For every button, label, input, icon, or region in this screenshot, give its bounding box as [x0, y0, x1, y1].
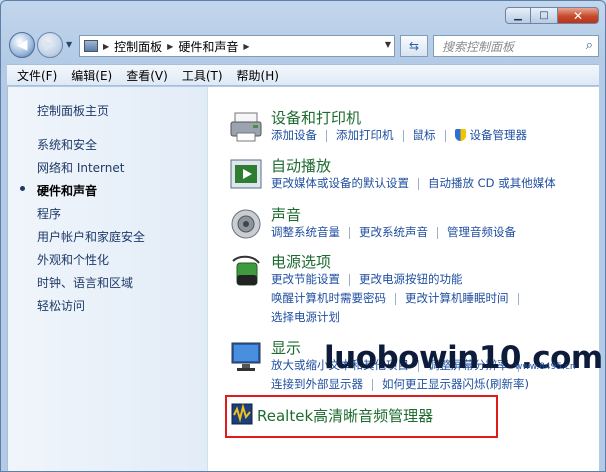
link-mouse[interactable]: 鼠标	[413, 128, 436, 142]
sidebar-item-user-accounts[interactable]: 用户帐户和家庭安全	[37, 228, 145, 245]
sidebar-item-system-security[interactable]: 系统和安全	[37, 136, 97, 153]
minimize-button[interactable]: ▁	[505, 7, 531, 24]
link-wake-password[interactable]: 唤醒计算机时需要密码	[271, 291, 386, 305]
address-bar[interactable]: ▶ 控制面板 ▶ 硬件和声音 ▶ ▼	[79, 35, 395, 57]
breadcrumb-separator-icon: ▶	[103, 41, 110, 51]
link-autoplay-cd[interactable]: 自动播放 CD 或其他媒体	[428, 176, 556, 190]
menu-view[interactable]: 查看(V)	[120, 67, 176, 84]
category-title-autoplay[interactable]: 自动播放	[271, 155, 331, 176]
menu-file[interactable]: 文件(F)	[11, 67, 65, 84]
arrow-right-icon: ▶	[44, 37, 56, 53]
category-title-power[interactable]: 电源选项	[271, 251, 331, 272]
category-title-display[interactable]: 显示	[271, 337, 301, 358]
sidebar-item-network[interactable]: 网络和 Internet	[37, 159, 124, 176]
links-devices: 添加设备 添加打印机 鼠标 设备管理器	[271, 127, 527, 143]
sidebar: 控制面板主页 系统和安全 网络和 Internet 硬件和声音 程序 用户帐户和…	[8, 87, 208, 471]
history-dropdown-icon[interactable]: ▼	[66, 40, 72, 49]
content-area: 控制面板主页 系统和安全 网络和 Internet 硬件和声音 程序 用户帐户和…	[7, 87, 599, 471]
sidebar-item-clock-region[interactable]: 时钟、语言和区域	[37, 274, 133, 291]
links-power-row2: 唤醒计算机时需要密码 更改计算机睡眠时间	[271, 290, 528, 306]
breadcrumb-separator-icon: ▶	[167, 41, 174, 51]
category-title-sound[interactable]: 声音	[271, 204, 301, 225]
maximize-button[interactable]: □	[531, 7, 557, 24]
menu-tools[interactable]: 工具(T)	[176, 67, 231, 84]
links-power-row1: 更改节能设置 更改电源按钮的功能	[271, 271, 463, 287]
close-button[interactable]: ✕	[557, 7, 599, 24]
refresh-button[interactable]: ⇆	[400, 35, 428, 57]
menu-edit[interactable]: 编辑(E)	[65, 67, 120, 84]
link-add-device[interactable]: 添加设备	[271, 128, 317, 142]
address-dropdown-icon[interactable]: ▼	[385, 40, 391, 49]
link-audio-devices[interactable]: 管理音频设备	[447, 225, 516, 239]
sidebar-item-programs[interactable]: 程序	[37, 205, 61, 222]
category-title-realtek[interactable]: Realtek高清晰音频管理器	[257, 405, 433, 426]
printer-icon	[230, 112, 262, 142]
links-autoplay: 更改媒体或设备的默认设置 自动播放 CD 或其他媒体	[271, 175, 556, 191]
refresh-icon: ⇆	[408, 39, 420, 53]
shield-icon	[454, 129, 466, 141]
sidebar-item-hardware-sound[interactable]: 硬件和声音	[37, 182, 97, 199]
category-title-devices[interactable]: 设备和打印机	[271, 107, 361, 128]
sidebar-item-appearance[interactable]: 外观和个性化	[37, 251, 109, 268]
link-system-volume[interactable]: 调整系统音量	[271, 225, 340, 239]
link-device-manager[interactable]: 设备管理器	[470, 128, 528, 142]
active-bullet-icon	[20, 186, 25, 191]
battery-icon	[232, 255, 260, 286]
links-power-row3: 选择电源计划	[271, 309, 340, 325]
sidebar-item-home[interactable]: 控制面板主页	[37, 102, 109, 119]
menu-help[interactable]: 帮助(H)	[231, 67, 287, 84]
sidebar-item-ease-access[interactable]: 轻松访问	[37, 297, 85, 314]
watermark-sub: www.8495.cn	[515, 362, 576, 372]
link-power-button[interactable]: 更改电源按钮的功能	[359, 272, 463, 286]
link-media-defaults[interactable]: 更改媒体或设备的默认设置	[271, 176, 409, 190]
link-power-plan[interactable]: 选择电源计划	[271, 310, 340, 324]
window-frame: ▁ □ ✕ ◀ ▶ ▼ ▶ 控制面板 ▶ 硬件和声音 ▶ ▼ ⇆ 搜索控制面板 …	[0, 0, 606, 472]
menu-bar: 文件(F) 编辑(E) 查看(V) 工具(T) 帮助(H)	[7, 64, 599, 86]
window-controls: ▁ □ ✕	[505, 7, 599, 24]
breadcrumb-hardware-sound[interactable]: 硬件和声音	[178, 38, 238, 55]
main-panel: 设备和打印机 添加设备 添加打印机 鼠标 设备管理器 自动播放 更改媒体或设备的默认设…	[209, 87, 599, 471]
forward-button[interactable]: ▶	[37, 32, 63, 58]
navigation-bar: ◀ ▶ ▼ ▶ 控制面板 ▶ 硬件和声音 ▶ ▼ ⇆ 搜索控制面板 ⌕	[7, 29, 599, 59]
arrow-left-icon: ◀	[16, 37, 28, 53]
back-button[interactable]: ◀	[9, 32, 35, 58]
link-add-printer[interactable]: 添加打印机	[336, 128, 394, 142]
realtek-audio-icon	[231, 403, 253, 425]
link-sleep-time[interactable]: 更改计算机睡眠时间	[405, 291, 509, 305]
search-input[interactable]: 搜索控制面板 ⌕	[433, 35, 599, 57]
control-panel-icon	[84, 40, 98, 52]
autoplay-icon	[230, 159, 262, 189]
search-placeholder: 搜索控制面板	[442, 39, 515, 54]
monitor-icon	[231, 342, 261, 371]
breadcrumb-separator-icon: ▶	[243, 41, 250, 51]
link-power-saving[interactable]: 更改节能设置	[271, 272, 340, 286]
links-sound: 调整系统音量 更改系统声音 管理音频设备	[271, 224, 516, 240]
breadcrumb-control-panel[interactable]: 控制面板	[114, 38, 162, 55]
search-icon[interactable]: ⌕	[586, 38, 593, 53]
speaker-icon	[231, 209, 261, 239]
link-system-sounds[interactable]: 更改系统声音	[359, 225, 428, 239]
